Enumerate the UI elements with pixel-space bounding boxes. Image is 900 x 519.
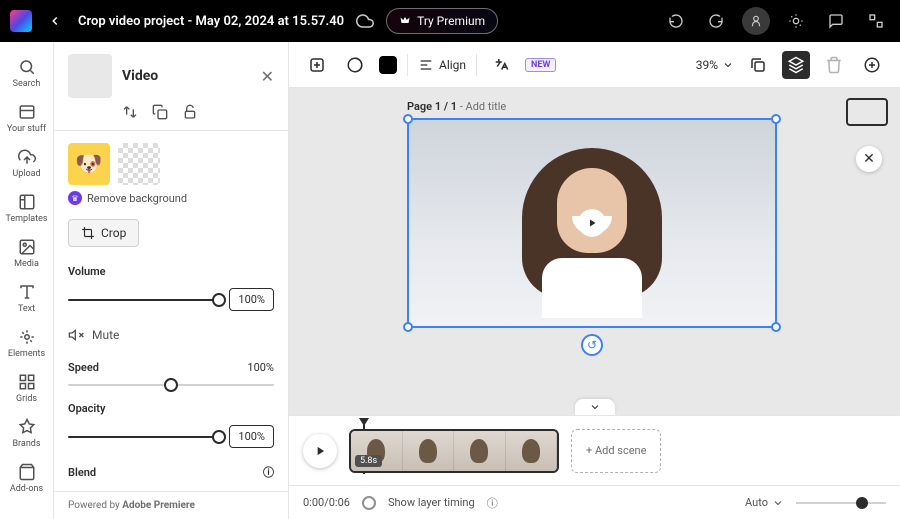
properties-panel: Video ✕ 🐶 ♛ Remove background Crop Vo [54,42,289,519]
rail-text[interactable]: Text [0,277,53,320]
new-badge: NEW [525,58,556,72]
resize-handle-tl[interactable] [403,114,413,124]
project-title[interactable]: Crop video project - May 02, 2024 at 15.… [78,14,344,29]
speed-label: Speed [68,361,99,374]
rail-brands[interactable]: Brands [0,412,53,455]
revert-button[interactable]: ↺ [581,334,603,356]
video-thumbnail[interactable] [68,54,112,98]
remove-bg-before-thumb: 🐶 [68,143,110,185]
info-icon[interactable]: ⓘ [487,495,498,511]
delete-icon[interactable] [820,51,848,79]
duplicate-page-icon[interactable] [744,51,772,79]
panel-footer: Powered by Adobe Premiere [54,491,288,519]
timeline-collapse-toggle[interactable] [575,399,615,415]
layer-timing-toggle[interactable] [362,496,376,510]
panel-title: Video [122,68,251,84]
page-label[interactable]: Page 1 / 1 - Add title [407,100,506,113]
play-video-button[interactable] [578,209,606,237]
app-logo[interactable] [10,10,32,32]
effects-icon[interactable] [303,51,331,79]
translate-icon[interactable] [487,51,515,79]
lock-icon[interactable] [182,104,198,120]
left-rail: Search Your stuff Upload Templates Media… [0,42,54,519]
try-premium-button[interactable]: Try Premium [386,8,498,34]
bottom-bar: 0:00/0:06 Show layer timing ⓘ Auto [289,485,900,519]
redo-button[interactable] [702,7,730,35]
resize-handle-bl[interactable] [403,322,413,332]
zoom-control[interactable]: 39% [696,58,734,72]
speed-slider[interactable] [68,384,274,386]
color-swatch[interactable] [379,56,397,74]
page-thumbnail[interactable] [846,98,888,126]
volume-label: Volume [68,265,106,278]
undo-button[interactable] [662,7,690,35]
rail-media[interactable]: Media [0,232,53,275]
crop-button[interactable]: Crop [68,219,139,247]
rail-elements[interactable]: Elements [0,322,53,365]
align-button[interactable]: Align [418,57,466,73]
rail-addons[interactable]: Add-ons [0,457,53,500]
layer-timing-label: Show layer timing [388,496,475,509]
premium-crown-icon: ♛ [68,191,82,205]
adjust-icon[interactable] [341,51,369,79]
resize-handle-br[interactable] [771,322,781,332]
rail-upload[interactable]: Upload [0,142,53,185]
comment-icon[interactable] [822,7,850,35]
timeline-clip[interactable]: 5.8s [349,429,559,473]
close-panel-button[interactable]: ✕ [261,67,274,86]
add-scene-button[interactable]: + Add scene [571,429,661,473]
volume-value[interactable]: 100% [229,288,274,311]
user-avatar[interactable] [742,7,770,35]
info-icon[interactable]: ⓘ [263,464,274,480]
clip-duration-badge: 5.8s [355,455,382,467]
canvas-stage[interactable]: Page 1 / 1 - Add title ↺ ✕ [289,88,900,415]
rail-your-stuff[interactable]: Your stuff [0,97,53,140]
opacity-slider[interactable] [68,436,219,438]
auto-zoom-select[interactable]: Auto [745,496,784,509]
resize-handle-tr[interactable] [771,114,781,124]
share-icon[interactable] [862,7,890,35]
stage-close-button[interactable]: ✕ [856,146,882,172]
opacity-label: Opacity [68,402,105,415]
swap-icon[interactable] [122,104,138,120]
help-icon[interactable] [782,7,810,35]
add-page-icon[interactable] [858,51,886,79]
speed-value: 100% [247,361,274,374]
blend-label: Blend [68,466,96,479]
opacity-value[interactable]: 100% [229,425,274,448]
back-button[interactable] [44,10,66,32]
selected-video-frame[interactable]: ↺ [407,118,777,328]
rail-grids[interactable]: Grids [0,367,53,410]
mute-toggle[interactable]: Mute [68,327,274,343]
rail-templates[interactable]: Templates [0,187,53,230]
timeline-zoom-slider[interactable] [796,502,886,504]
try-premium-label: Try Premium [417,14,485,28]
rail-search[interactable]: Search [0,52,53,95]
canvas-toolbar: Align NEW 39% [289,42,900,88]
time-display: 0:00/0:06 [303,496,350,509]
remove-bg-after-thumb [118,143,160,185]
cloud-sync-icon[interactable] [356,12,374,30]
layers-icon[interactable] [782,51,810,79]
volume-slider[interactable] [68,299,219,301]
duplicate-icon[interactable] [152,104,168,120]
timeline-play-button[interactable] [303,434,337,468]
remove-background-button[interactable]: ♛ Remove background [68,191,274,205]
timeline: 5.8s + Add scene [289,415,900,485]
